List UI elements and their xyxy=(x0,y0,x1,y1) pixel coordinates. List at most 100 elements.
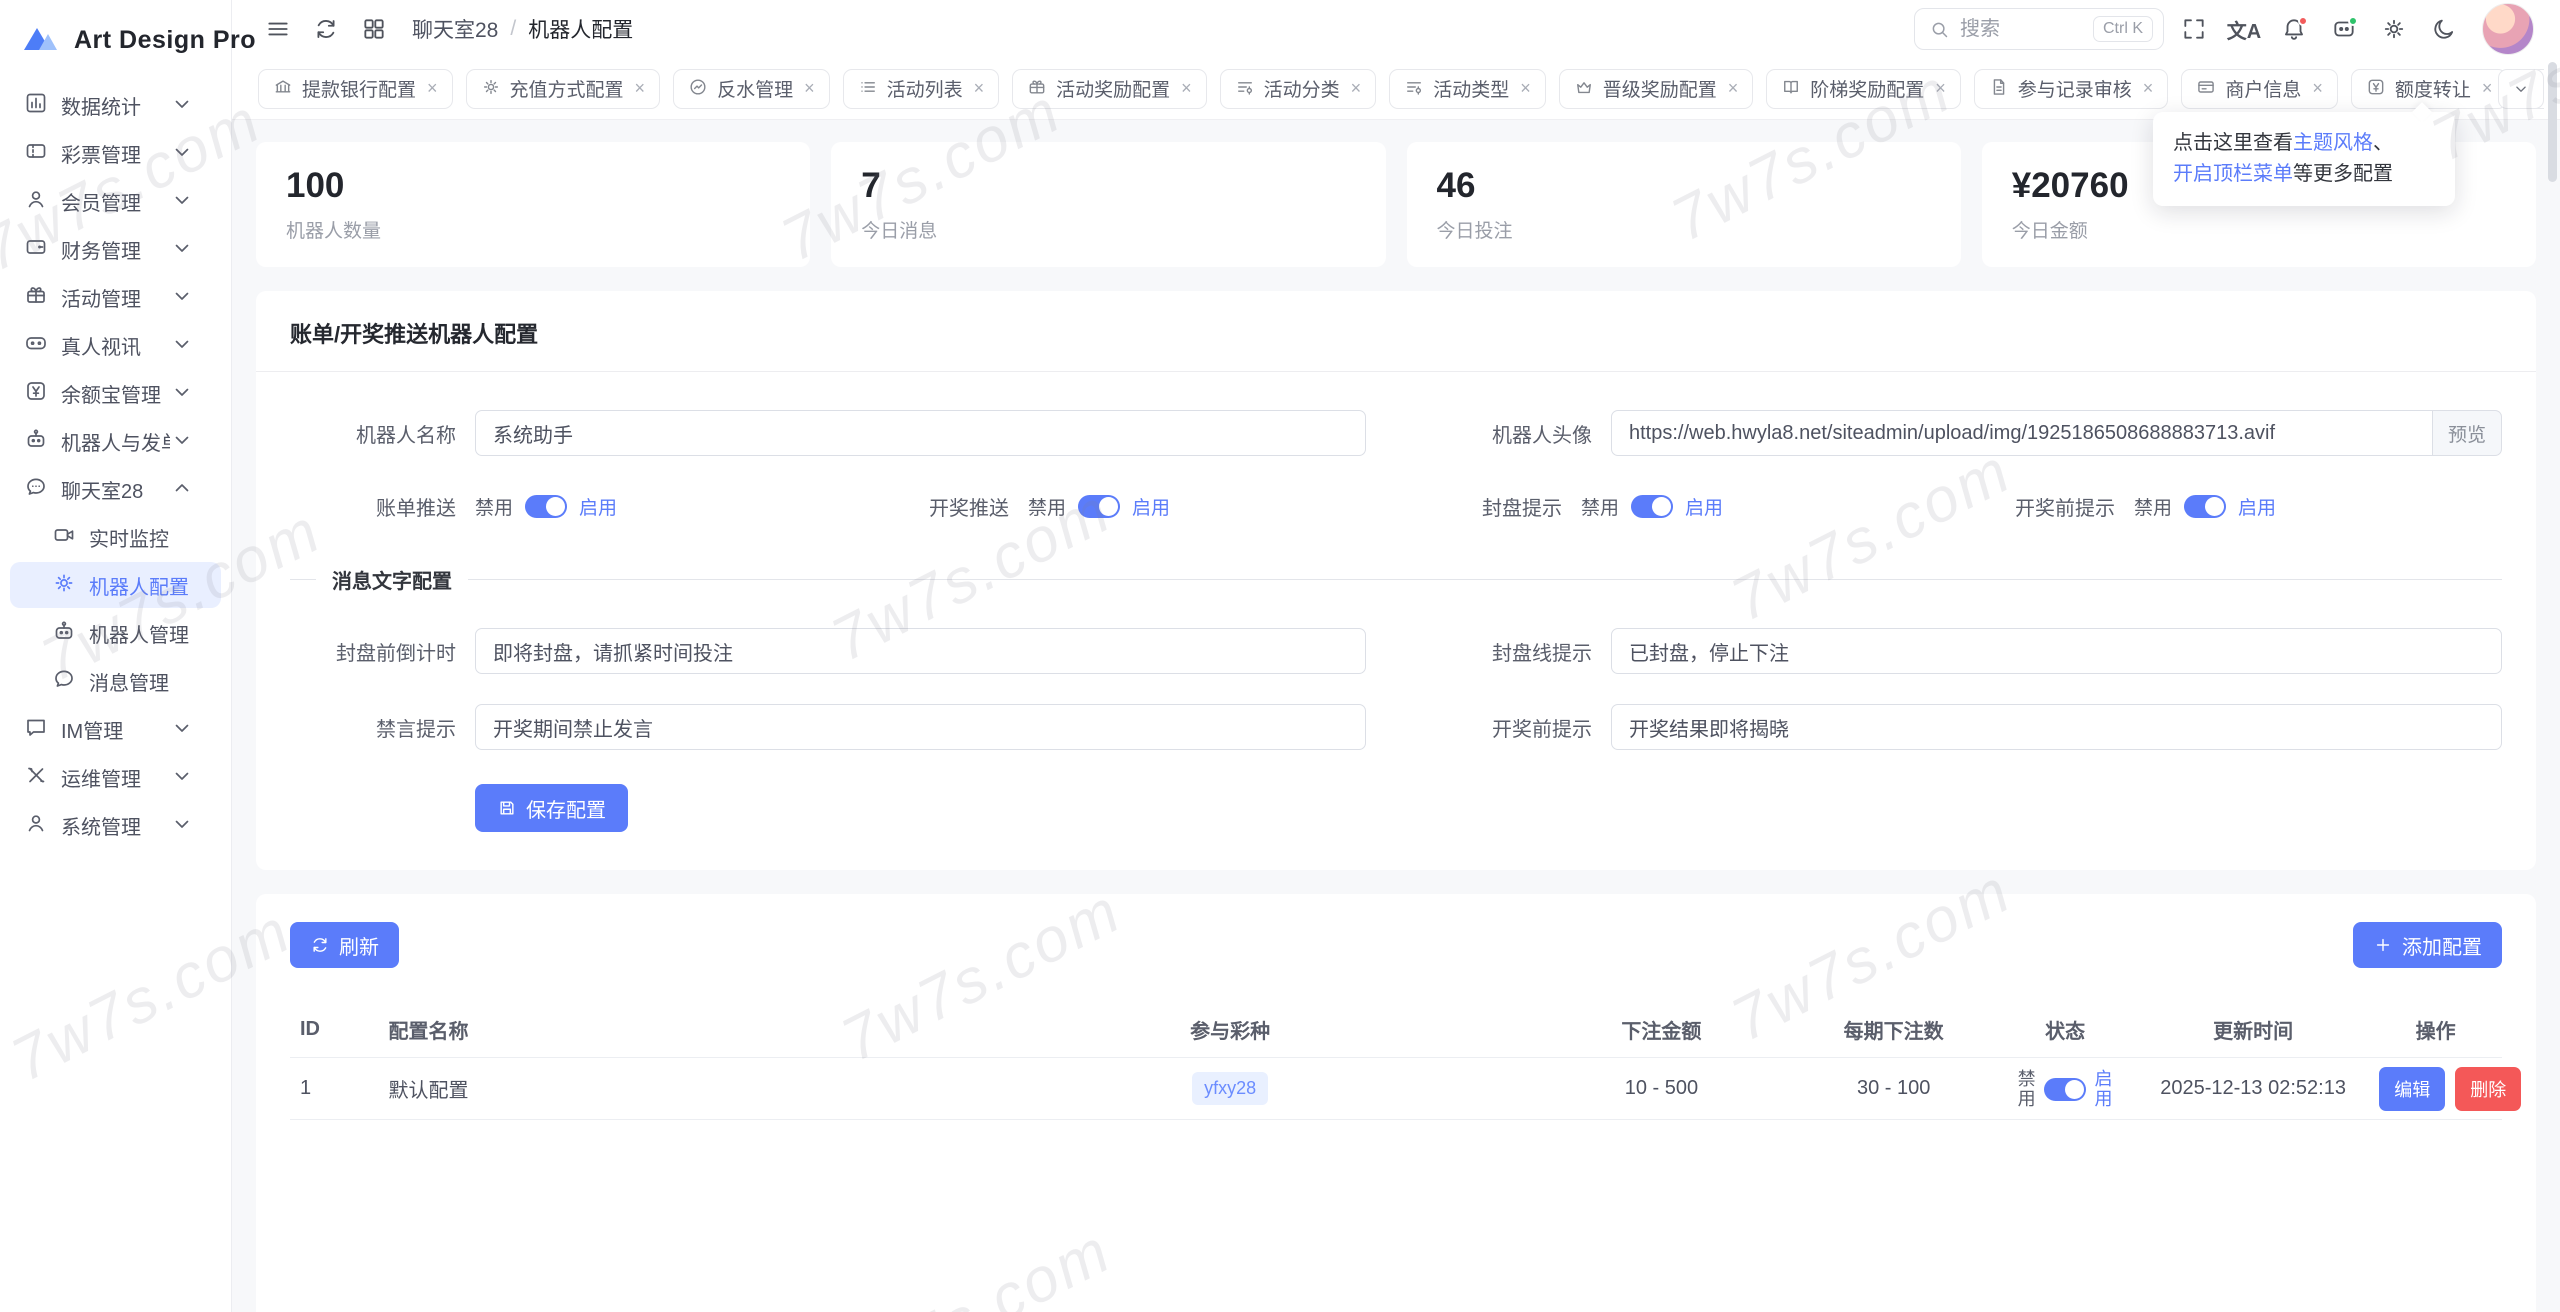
sidebar-item[interactable]: 机器人配置 xyxy=(10,562,221,608)
reload-page-button[interactable] xyxy=(306,9,346,49)
tab-chip[interactable]: 晋级奖励配置 × xyxy=(1558,68,1754,109)
refresh-button[interactable]: 刷新 xyxy=(290,922,399,968)
sidebar-item[interactable]: 数据统计 xyxy=(10,82,221,128)
sidebar-item[interactable]: 消息管理 xyxy=(10,658,221,704)
field-input[interactable] xyxy=(1611,704,2502,750)
global-search[interactable]: Ctrl K xyxy=(1914,8,2164,50)
tab-close-icon[interactable]: × xyxy=(635,78,646,99)
tab-chip[interactable]: 反水管理 × xyxy=(673,68,830,109)
tab-chip[interactable]: 活动类型 × xyxy=(1389,68,1546,109)
tab-close-icon[interactable]: × xyxy=(1351,78,1362,99)
sidebar-item[interactable]: 财务管理 xyxy=(10,226,221,272)
sidebar-item-icon xyxy=(52,571,89,598)
sidebar-item[interactable]: 运维管理 xyxy=(10,754,221,800)
fullscreen-button[interactable] xyxy=(2174,9,2214,49)
sidebar-item-icon xyxy=(24,811,61,838)
apps-grid-button[interactable] xyxy=(354,9,394,49)
sidebar-item-label: IM管理 xyxy=(61,720,124,743)
tab-icon xyxy=(2196,77,2216,101)
tab-chip[interactable]: 参与记录审核 × xyxy=(1973,68,2169,109)
settings-button[interactable] xyxy=(2374,9,2414,49)
sidebar-item[interactable]: 实时监控 xyxy=(10,514,221,560)
tab-chip[interactable]: 额度转让 × xyxy=(2350,68,2508,109)
tab-close-icon[interactable]: × xyxy=(2143,78,2154,99)
tabs-overflow-button[interactable] xyxy=(2498,69,2544,109)
sidebar-item-label: 余额宝管理 xyxy=(61,384,161,407)
sidebar-item[interactable]: 聊天室28 xyxy=(10,466,221,512)
dark-mode-button[interactable] xyxy=(2424,9,2464,49)
user-avatar[interactable] xyxy=(2482,3,2534,55)
breadcrumb-parent[interactable]: 聊天室28 xyxy=(412,14,498,44)
sidebar-item-icon xyxy=(24,235,61,262)
tab-chip[interactable]: 商户信息 × xyxy=(2181,68,2338,109)
tab-chip[interactable]: 提款银行配置 × xyxy=(258,68,453,109)
tab-label: 参与记录审核 xyxy=(2017,80,2132,101)
sidebar-item[interactable]: 活动管理 xyxy=(10,274,221,320)
topbar: 聊天室28 / 机器人配置 Ctrl K 文A xyxy=(232,0,2560,206)
sidebar-item[interactable]: 真人视讯 xyxy=(10,322,221,368)
tab-chip[interactable]: 活动分类 × xyxy=(1219,68,1377,109)
row-toggle-switch[interactable] xyxy=(2044,1078,2087,1101)
toggle-switch[interactable] xyxy=(525,495,568,518)
sidebar-item[interactable]: 彩票管理 xyxy=(10,130,221,176)
brand-name: Art Design Pro xyxy=(74,25,257,54)
table-header-row: ID 配置名称 参与彩种 下注金额 每期下注数 状态 更新时间 操作 xyxy=(290,1002,2502,1058)
chevron-icon xyxy=(170,284,207,310)
tab-close-icon[interactable]: × xyxy=(804,78,815,99)
tab-icon xyxy=(1235,77,1255,101)
vertical-scrollbar-thumb[interactable] xyxy=(2548,62,2557,182)
tab-icon xyxy=(1404,77,1424,101)
table-header-cell: 操作 xyxy=(2415,1021,2456,1043)
tab-close-icon[interactable]: × xyxy=(1520,78,1531,99)
search-input[interactable] xyxy=(1960,17,2083,41)
settings-tooltip: 点击这里查看主题风格、 开启顶栏菜单等更多配置 xyxy=(2153,112,2455,206)
tab-close-icon[interactable]: × xyxy=(2312,78,2323,99)
breadcrumb-current: 机器人配置 xyxy=(528,19,634,42)
sidebar-item[interactable]: 机器人与发单 xyxy=(10,418,221,464)
notifications-button[interactable] xyxy=(2274,9,2314,49)
stat-label: 今日消息 xyxy=(861,221,938,242)
sidebar-item[interactable]: 余额宝管理 xyxy=(10,370,221,416)
tab-close-icon[interactable]: × xyxy=(427,78,438,99)
sidebar-item[interactable]: 系统管理 xyxy=(10,802,221,848)
toggle-switch[interactable] xyxy=(1078,495,1121,518)
tab-chip[interactable]: 阶梯奖励配置 × xyxy=(1766,68,1961,109)
tab-close-icon[interactable]: × xyxy=(1728,78,1739,99)
collapse-menu-button[interactable] xyxy=(258,9,298,49)
open-tabs: 提款银行配置 × 充值方式配置 × 反水管理 × 活动列表 × 活动奖励配置 ×… xyxy=(258,68,2544,109)
field-input[interactable] xyxy=(1611,410,2433,456)
field-input[interactable] xyxy=(475,410,1366,456)
add-config-button[interactable]: 添加配置 xyxy=(2353,922,2502,968)
sidebar-item[interactable]: 机器人管理 xyxy=(10,610,221,656)
edit-button[interactable]: 编辑 xyxy=(2379,1066,2446,1111)
tab-close-icon[interactable]: × xyxy=(1181,78,1192,99)
tab-icon xyxy=(273,77,293,101)
field-input[interactable] xyxy=(475,628,1366,674)
language-button[interactable]: 文A xyxy=(2224,9,2264,49)
save-config-button[interactable]: 保存配置 xyxy=(475,784,628,832)
tab-close-icon[interactable]: × xyxy=(2482,78,2493,99)
tab-close-icon[interactable]: × xyxy=(1935,78,1946,99)
tab-chip[interactable]: 充值方式配置 × xyxy=(465,68,661,109)
tab-chip[interactable]: 活动奖励配置 × xyxy=(1012,68,1207,109)
chat-assistant-button[interactable] xyxy=(2324,9,2364,49)
stat-card: 7 今日消息 xyxy=(831,142,1386,267)
toggle-switch[interactable] xyxy=(1631,495,1674,518)
tooltip-link-topmenu[interactable]: 开启顶栏菜单 xyxy=(2173,163,2293,185)
tab-chip[interactable]: 活动列表 × xyxy=(842,68,1000,109)
tab-icon xyxy=(1574,77,1594,101)
sidebar-item[interactable]: IM管理 xyxy=(10,706,221,752)
tooltip-link-theme[interactable]: 主题风格 xyxy=(2293,132,2373,154)
field-input[interactable] xyxy=(475,704,1366,750)
sidebar-item[interactable]: 会员管理 xyxy=(10,178,221,224)
tab-close-icon[interactable]: × xyxy=(974,78,985,99)
chevron-icon xyxy=(170,92,207,118)
table-row: 1 默认配置 yfxy28 10 - 500 30 - 100 禁用 启用 20… xyxy=(290,1058,2522,1120)
toggle-switch[interactable] xyxy=(2184,495,2227,518)
refresh-button-label: 刷新 xyxy=(339,936,379,959)
tab-label: 晋级奖励配置 xyxy=(1602,80,1717,101)
field-input[interactable] xyxy=(1611,628,2502,674)
delete-button[interactable]: 删除 xyxy=(2455,1066,2522,1111)
preview-button[interactable]: 预览 xyxy=(2432,410,2502,456)
switch-on-text: 启用 xyxy=(1685,498,1724,519)
